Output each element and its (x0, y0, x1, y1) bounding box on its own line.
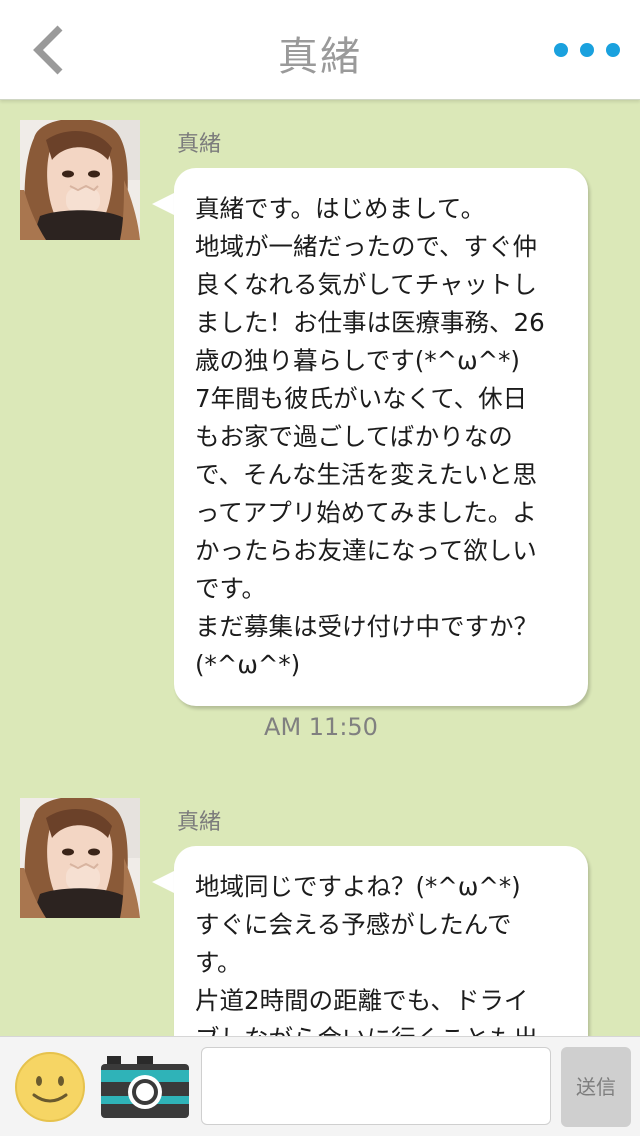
avatar[interactable] (20, 798, 140, 918)
page-title: 真緒 (278, 34, 362, 80)
sender-name: 真緒 (177, 132, 222, 157)
message-text-line: まだ募集は受け付け中ですか？ (195, 612, 538, 641)
camera-button[interactable] (101, 1056, 189, 1118)
message-input-bar: 送信 (0, 1036, 640, 1136)
message-text-line: 真緒です。はじめまして。 (195, 194, 486, 223)
message-text-line: 7年間も彼氏がいなくて、休日 (195, 384, 528, 413)
smiley-icon (15, 1052, 85, 1122)
message-text-line: (*^ω^*) (195, 650, 301, 679)
message-text-line: もお家で過ごしてばかりなの (195, 422, 513, 451)
more-dots-icon (606, 43, 620, 57)
message-text-line: です。 (195, 574, 267, 603)
message-text-line: ブしながら会いに行くことも出 (195, 1020, 568, 1036)
message-text-line: す。 (195, 948, 242, 977)
message-text-line: ました！お仕事は医療事務、26 (195, 308, 545, 337)
message-bubble[interactable]: 真緒です。はじめまして。 地域が一緒だったので、すぐ仲 良くなれる気がしてチャッ… (174, 168, 588, 706)
more-options-button[interactable] (554, 38, 620, 62)
message-bubble[interactable]: 地域同じですよね？(*^ω^*) すぐに会える予感がしたんで す。 片道2時間の… (174, 846, 588, 1036)
message-text-line: 地域が一緒だったので、すぐ仲 (195, 232, 538, 261)
message-text-line: 歳の独り暮らしです(*^ω^*) (195, 346, 520, 375)
bubble-tail (152, 870, 176, 894)
more-dots-icon (554, 43, 568, 57)
message-text-line: 片道2時間の距離でも、ドライ (195, 986, 529, 1015)
message-text-line: で、そんな生活を変えたいと思 (195, 460, 538, 489)
message-text-line: 良くなれる気がしてチャットし (195, 270, 538, 299)
chat-thread[interactable]: 真緒 真緒です。はじめまして。 地域が一緒だったので、すぐ仲 良くなれる気がして… (0, 101, 640, 1036)
camera-icon (101, 1056, 189, 1118)
top-nav-bar: 真緒 (0, 0, 640, 100)
message-input[interactable] (201, 1047, 551, 1125)
avatar[interactable] (20, 120, 140, 240)
sender-name: 真緒 (177, 810, 222, 835)
message-text-line: かったらお友達になって欲しい (195, 536, 537, 565)
bubble-tail (152, 192, 176, 216)
message-timestamp: AM 11:50 (264, 713, 378, 741)
more-dots-icon (580, 43, 594, 57)
message-text-line: すぐに会える予感がしたんで (195, 910, 512, 939)
message-text-line: 地域同じですよね？(*^ω^*) (195, 872, 521, 901)
emoji-button[interactable] (14, 1051, 86, 1123)
send-button[interactable]: 送信 (561, 1047, 631, 1127)
chat-message: 真緒 真緒です。はじめまして。 地域が一緒だったので、すぐ仲 良くなれる気がして… (0, 120, 640, 760)
chat-message: 真緒 地域同じですよね？(*^ω^*) すぐに会える予感がしたんで す。 片道2… (0, 798, 640, 1036)
message-text-line: ってアプリ始めてみました。よ (195, 498, 537, 527)
